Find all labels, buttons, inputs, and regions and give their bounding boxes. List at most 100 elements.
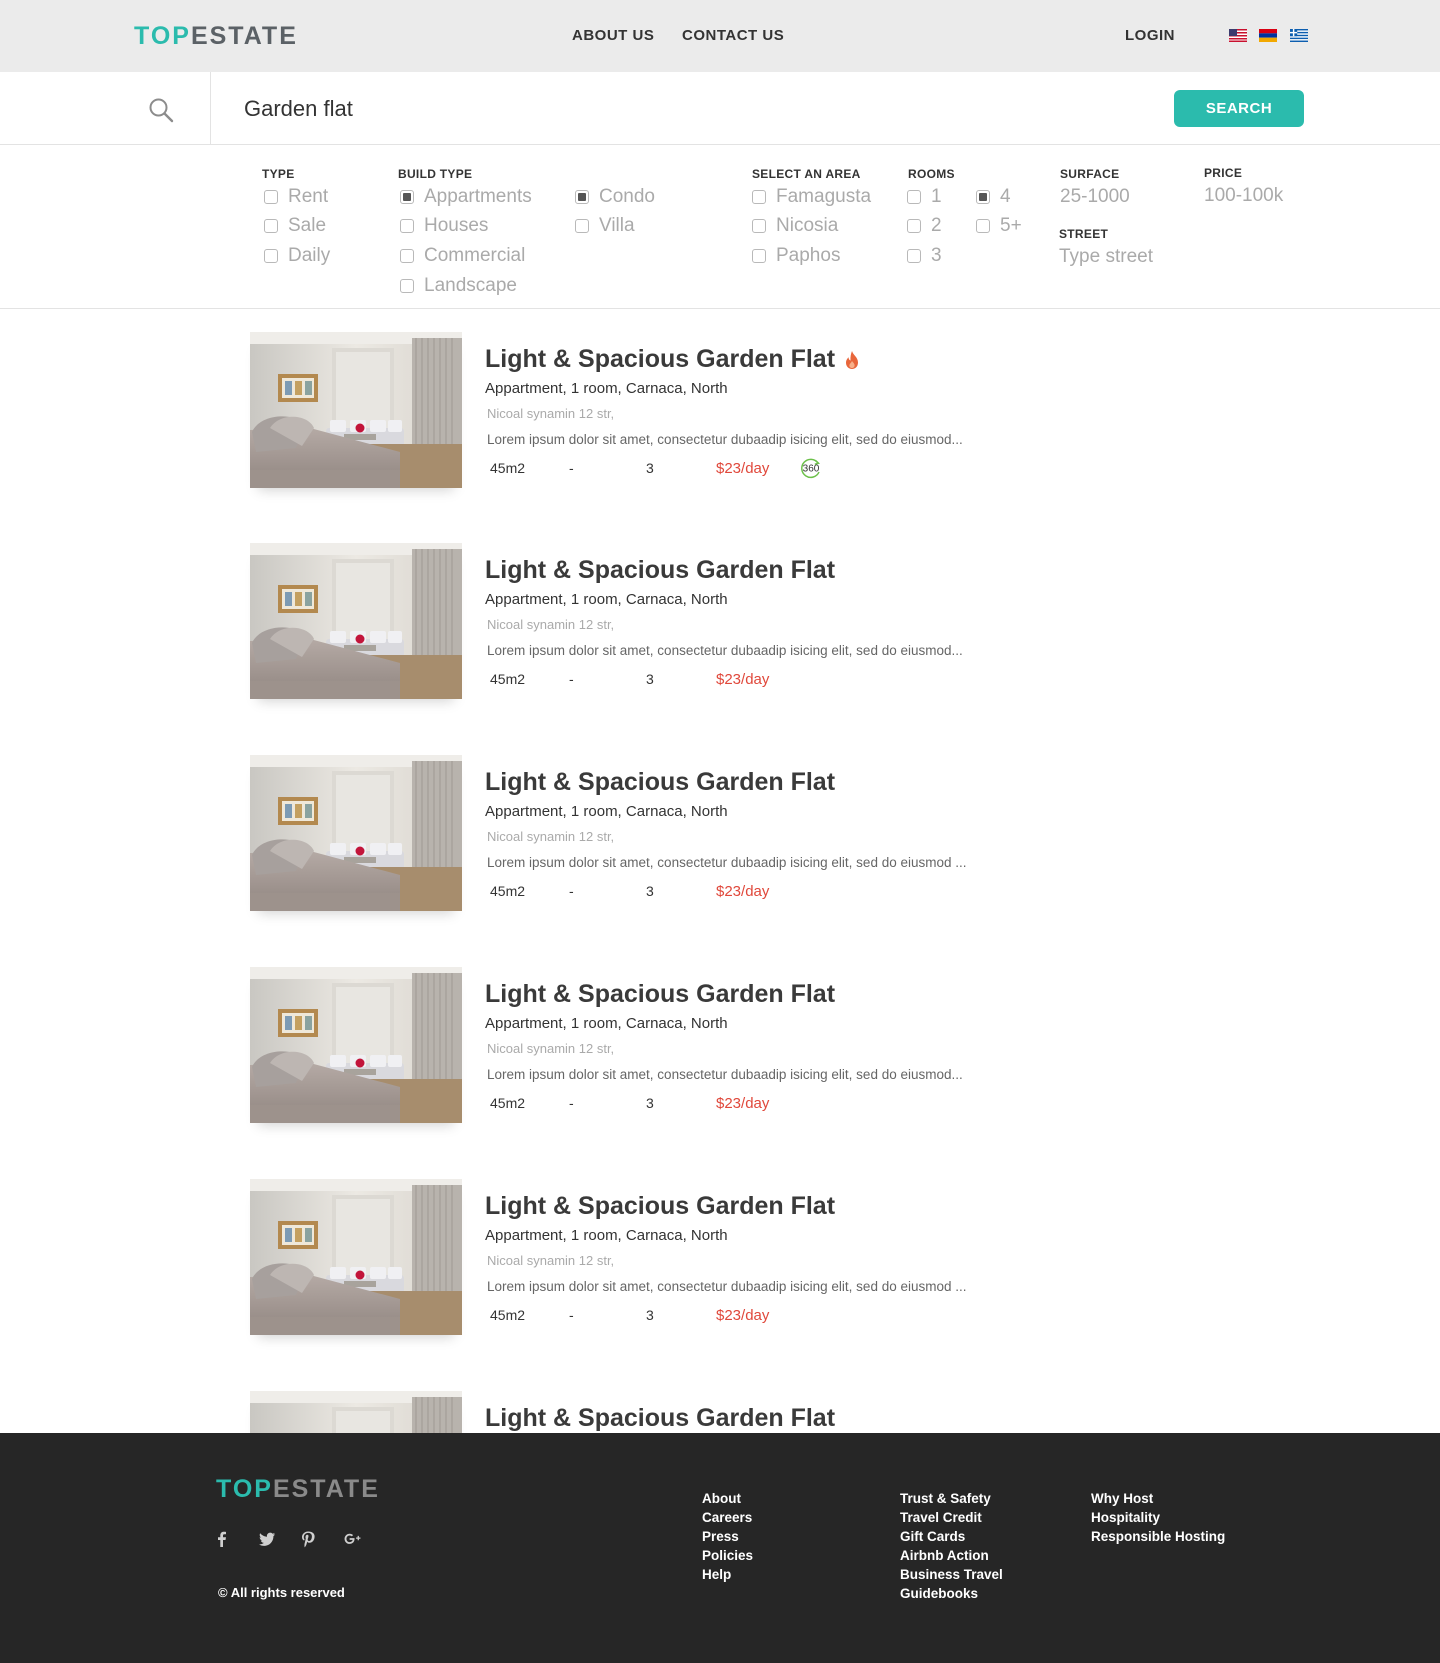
armenia-flag-icon[interactable] <box>1259 29 1277 42</box>
listing-photo[interactable] <box>250 755 462 911</box>
filter-type-sale[interactable]: Sale <box>264 214 326 238</box>
filter-build-appartments[interactable]: Appartments <box>400 185 532 209</box>
filter-type-rent[interactable]: Rent <box>264 185 328 209</box>
option-label: 5+ <box>1000 215 1022 236</box>
footer-logo[interactable]: TOPESTATE <box>216 1475 380 1504</box>
listing-address: Nicoal synamin 12 str, <box>487 1041 615 1056</box>
checkbox[interactable] <box>575 190 589 204</box>
listing-subtitle: Appartment, 1 room, Carnaca, North <box>485 1015 728 1032</box>
checkbox[interactable] <box>264 249 278 263</box>
footer-link-hospitality[interactable]: Hospitality <box>1091 1508 1225 1527</box>
filter-rooms-5plus[interactable]: 5+ <box>976 214 1022 238</box>
checkbox[interactable] <box>264 219 278 233</box>
us-flag-icon[interactable] <box>1229 29 1247 42</box>
listing-title[interactable]: Light & Spacious Garden Flat <box>485 980 835 1009</box>
filter-price-value[interactable]: 100-100k <box>1204 185 1283 207</box>
filter-rooms-1[interactable]: 1 <box>907 185 942 209</box>
listing-title[interactable]: Light & Spacious Garden Flat <box>485 556 835 585</box>
footer-link-guidebooks[interactable]: Guidebooks <box>900 1584 1003 1603</box>
checkbox[interactable] <box>400 249 414 263</box>
checkbox[interactable] <box>752 219 766 233</box>
listing-description: Lorem ipsum dolor sit amet, consectetur … <box>487 855 967 870</box>
filter-build-commercial[interactable]: Commercial <box>400 244 525 268</box>
option-label: Houses <box>424 215 489 236</box>
bedroom-photo <box>250 543 462 699</box>
filter-type-daily[interactable]: Daily <box>264 244 330 268</box>
listing-title[interactable]: Light & Spacious Garden Flat <box>485 1192 835 1221</box>
listing-card[interactable]: Light & Spacious Garden Flat Appartment,… <box>250 332 1050 502</box>
listing-title[interactable]: Light & Spacious Garden Flat <box>485 1404 835 1433</box>
tour-360-icon[interactable]: 360 <box>798 457 824 479</box>
checkbox[interactable] <box>907 219 921 233</box>
footer-link-why-host[interactable]: Why Host <box>1091 1489 1225 1508</box>
checkbox[interactable] <box>575 219 589 233</box>
filter-build-villa[interactable]: Villa <box>575 214 635 238</box>
search-icon[interactable] <box>148 97 174 123</box>
checkbox[interactable] <box>400 190 414 204</box>
filters-panel: TYPE Rent Sale Daily BUILD TYPE Appartme… <box>0 145 1440 309</box>
footer-link-travel-credit[interactable]: Travel Credit <box>900 1508 1003 1527</box>
nav-about-us[interactable]: ABOUT US <box>572 27 654 44</box>
footer-link-airbnb-action[interactable]: Airbnb Action <box>900 1546 1003 1565</box>
footer-link-about[interactable]: About <box>702 1489 753 1508</box>
greece-flag-icon[interactable] <box>1290 29 1308 42</box>
option-label: 2 <box>931 215 942 236</box>
listing-photo[interactable] <box>250 332 462 488</box>
footer-link-policies[interactable]: Policies <box>702 1546 753 1565</box>
twitter-icon[interactable] <box>257 1529 277 1549</box>
checkbox[interactable] <box>907 190 921 204</box>
checkbox[interactable] <box>264 190 278 204</box>
checkbox[interactable] <box>976 190 990 204</box>
footer-link-careers[interactable]: Careers <box>702 1508 753 1527</box>
listing-title[interactable]: Light & Spacious Garden Flat <box>485 768 835 797</box>
filter-build-houses[interactable]: Houses <box>400 214 488 238</box>
listing-floor: - <box>569 883 574 899</box>
footer-link-help[interactable]: Help <box>702 1565 753 1584</box>
listing-price: $23/day <box>716 1307 770 1324</box>
filter-build-condo[interactable]: Condo <box>575 185 655 209</box>
listing-card[interactable]: Light & Spacious Garden Flat Appartment,… <box>250 543 1050 713</box>
nav-contact-us[interactable]: CONTACT US <box>682 27 784 44</box>
option-label: Daily <box>288 245 331 266</box>
listing-floor: - <box>569 460 574 476</box>
footer-link-press[interactable]: Press <box>702 1527 753 1546</box>
logo[interactable]: TOPESTATE <box>134 22 298 51</box>
listing-photo[interactable] <box>250 1179 462 1335</box>
checkbox[interactable] <box>752 190 766 204</box>
listing-rooms: 3 <box>646 671 654 687</box>
checkbox[interactable] <box>976 219 990 233</box>
filter-build-landscape[interactable]: Landscape <box>400 274 517 298</box>
footer-link-business-travel[interactable]: Business Travel <box>900 1565 1003 1584</box>
footer-link-responsible-hosting[interactable]: Responsible Hosting <box>1091 1527 1225 1546</box>
login-link[interactable]: LOGIN <box>1125 27 1175 44</box>
listing-title[interactable]: Light & Spacious Garden Flat <box>485 345 861 374</box>
checkbox[interactable] <box>907 249 921 263</box>
filter-rooms-2[interactable]: 2 <box>907 214 942 238</box>
checkbox[interactable] <box>752 249 766 263</box>
listing-card[interactable]: Light & Spacious Garden Flat Appartment,… <box>250 755 1050 925</box>
footer-link-trust-safety[interactable]: Trust & Safety <box>900 1489 1003 1508</box>
listing-card[interactable]: Light & Spacious Garden Flat Appartment,… <box>250 967 1050 1137</box>
filter-area-paphos[interactable]: Paphos <box>752 244 840 268</box>
checkbox[interactable] <box>400 279 414 293</box>
filter-area-famagusta[interactable]: Famagusta <box>752 185 871 209</box>
listing-photo[interactable] <box>250 967 462 1123</box>
filter-rooms-4[interactable]: 4 <box>976 185 1011 209</box>
checkbox[interactable] <box>400 219 414 233</box>
listing-area: 45m2 <box>490 883 526 899</box>
search-input[interactable] <box>244 90 1144 128</box>
listing-card[interactable]: Light & Spacious Garden Flat Appartment,… <box>250 1179 1050 1349</box>
filter-area-nicosia[interactable]: Nicosia <box>752 214 838 238</box>
pinterest-icon[interactable] <box>298 1529 318 1549</box>
listing-address: Nicoal synamin 12 str, <box>487 617 615 632</box>
search-button[interactable]: SEARCH <box>1174 90 1304 127</box>
listing-photo[interactable] <box>250 543 462 699</box>
facebook-icon[interactable] <box>212 1529 232 1549</box>
filter-surface-value[interactable]: 25-1000 <box>1060 186 1130 208</box>
filter-street-input[interactable]: Type street <box>1059 246 1153 268</box>
footer-link-gift-cards[interactable]: Gift Cards <box>900 1527 1003 1546</box>
google-plus-icon[interactable] <box>343 1529 363 1549</box>
bedroom-photo <box>250 1179 462 1335</box>
filter-rooms-3[interactable]: 3 <box>907 244 942 268</box>
listing-address: Nicoal synamin 12 str, <box>487 1253 615 1268</box>
